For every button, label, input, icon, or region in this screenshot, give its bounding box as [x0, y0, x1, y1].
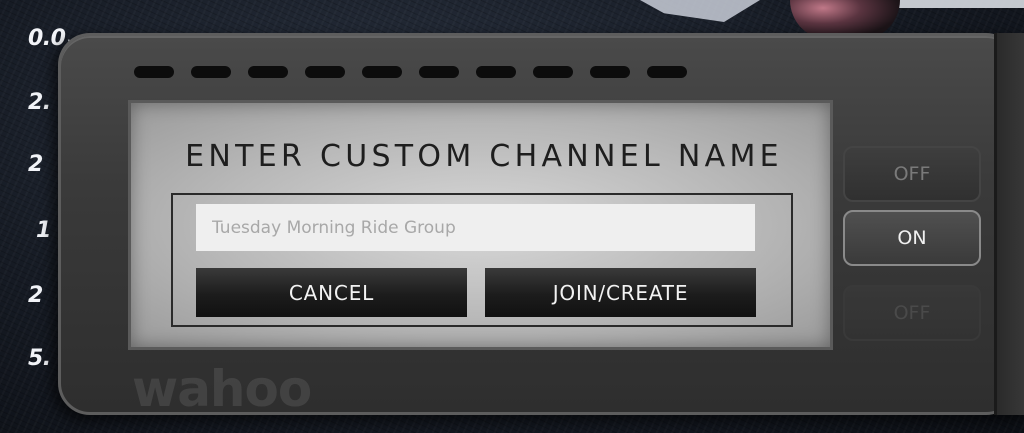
- hud-stat: 2: [28, 283, 43, 308]
- channel-name-input[interactable]: [196, 204, 755, 251]
- road-marking: [880, 0, 1024, 8]
- status-dash: [191, 66, 231, 78]
- toggle-on-button[interactable]: ON: [843, 210, 981, 266]
- hud-stat-value: 5.: [28, 346, 51, 371]
- status-dashes: [134, 66, 687, 78]
- cancel-button[interactable]: CANCEL: [196, 268, 467, 317]
- dialog-title: ENTER CUSTOM CHANNEL NAME: [185, 139, 783, 174]
- status-dash: [362, 66, 402, 78]
- hud-stat: 1: [36, 218, 51, 243]
- hud-stat-value: 1: [36, 218, 51, 243]
- hud-stat: 2.: [28, 90, 51, 115]
- hud-stat-value: 2.: [28, 90, 51, 115]
- toggle-off-button[interactable]: OFF: [843, 285, 981, 341]
- hud-stat: 5.: [28, 346, 51, 371]
- status-dash: [134, 66, 174, 78]
- toggle-off-button[interactable]: OFF: [843, 146, 981, 202]
- brand-logo: wahoo: [132, 360, 312, 418]
- join-create-button[interactable]: JOIN/CREATE: [485, 268, 756, 317]
- status-dash: [305, 66, 345, 78]
- status-dash: [419, 66, 459, 78]
- status-dash: [248, 66, 288, 78]
- device-side-panel: [994, 33, 1024, 415]
- hud-stat-value: 2: [28, 283, 43, 308]
- status-dash: [647, 66, 687, 78]
- status-dash: [590, 66, 630, 78]
- status-dash: [476, 66, 516, 78]
- status-dash: [533, 66, 573, 78]
